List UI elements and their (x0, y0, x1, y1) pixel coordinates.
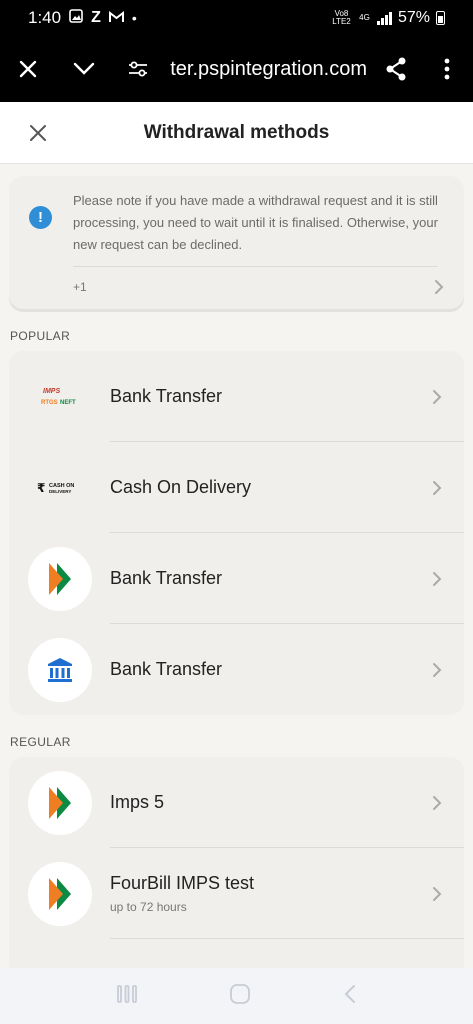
recent-apps-icon (116, 984, 137, 1003)
neft-logo-text: NEFT (60, 400, 76, 406)
site-settings-button[interactable] (112, 36, 164, 102)
tune-icon (129, 61, 147, 77)
status-time: 1:40 (28, 8, 62, 27)
home-button[interactable] (229, 983, 251, 1010)
back-button[interactable] (343, 984, 357, 1009)
battery-icon (436, 11, 445, 25)
section-label-regular: REGULAR (10, 735, 71, 749)
info-icon: ! (29, 206, 52, 229)
close-icon (19, 60, 37, 78)
withdrawal-methods-page: Withdrawal methods ! Please note if you … (0, 102, 473, 968)
back-icon (344, 984, 356, 1003)
list-item-title: FourBill IMPS test (110, 873, 255, 893)
list-item-title: Bank Transfer (110, 659, 223, 679)
notice-divider (73, 266, 438, 267)
gallery-notification-icon (69, 8, 83, 28)
notice-more-label: +1 (73, 280, 87, 294)
network-label: 4G (359, 13, 370, 22)
notice-text: Please note if you have made a withdrawa… (73, 193, 438, 252)
list-item-subtitle: up to 72 hours (110, 900, 187, 914)
more-vert-icon (444, 58, 450, 80)
page-header: Withdrawal methods (0, 102, 473, 164)
list-item-bank-transfer-upi[interactable]: Bank Transfer (9, 533, 464, 624)
rtgs-logo-text: RTGS (41, 400, 58, 406)
chevron-right-icon (433, 480, 442, 495)
overflow-menu-button[interactable] (421, 36, 473, 102)
popular-methods-list: IMPS RTGS NEFT Bank Transfer ₹ CASH ON D… (9, 351, 464, 715)
chevron-right-icon (433, 886, 442, 901)
minimize-tab-button[interactable] (56, 36, 112, 102)
bank-building-icon (28, 637, 92, 702)
url-bar[interactable]: ter.pspintegration.com (164, 58, 371, 81)
upi-logo (28, 546, 92, 611)
chevron-right-icon (433, 795, 442, 810)
section-label-popular: POPULAR (10, 329, 71, 343)
page-title: Withdrawal methods (143, 121, 330, 143)
browser-toolbar: ter.pspintegration.com (0, 36, 473, 102)
chevron-down-icon (73, 62, 95, 75)
gmail-notification-icon (108, 8, 124, 28)
imps-neft-logo: IMPS RTGS NEFT (28, 365, 92, 429)
list-item-title: Bank Transfer (110, 386, 223, 406)
z-notification-icon: Z (91, 9, 101, 26)
rupee-logo-text: ₹ (37, 481, 45, 495)
list-item-title: Imps 5 (110, 792, 165, 812)
list-item-bank-transfer-bank[interactable]: Bank Transfer (9, 624, 464, 715)
cash-on-delivery-logo: ₹ CASH ON DELIVERY (28, 456, 92, 520)
imps-logo-text: IMPS (43, 388, 60, 395)
chevron-right-icon (433, 662, 442, 677)
chevron-right-icon (433, 389, 442, 404)
upi-logo (28, 861, 92, 926)
recent-apps-button[interactable] (116, 984, 138, 1009)
close-icon (30, 125, 46, 141)
close-dialog-button[interactable] (24, 119, 52, 147)
list-item-partial[interactable] (9, 939, 464, 968)
upi-logo (28, 770, 92, 835)
cod-logo-text-bottom: DELIVERY (49, 489, 71, 494)
withdrawal-notice: ! Please note if you have made a withdra… (9, 176, 464, 309)
system-navigation-bar (0, 968, 473, 1024)
list-item-fourbill-imps[interactable]: FourBill IMPS test up to 72 hours (9, 848, 464, 939)
list-item-title: Cash On Delivery (110, 477, 252, 497)
list-item-cash-on-delivery[interactable]: ₹ CASH ON DELIVERY Cash On Delivery (9, 442, 464, 533)
battery-percent: 57% (397, 9, 430, 26)
notice-more-button[interactable]: +1 (73, 279, 444, 295)
chevron-right-icon (435, 280, 444, 294)
share-button[interactable] (371, 36, 421, 102)
list-item-bank-transfer-imps[interactable]: IMPS RTGS NEFT Bank Transfer (9, 351, 464, 442)
chevron-right-icon (433, 571, 442, 586)
list-item-title: Bank Transfer (110, 568, 223, 588)
status-bar: 1:40 Z • Vo8 LTE2 4G 57% (0, 0, 473, 36)
share-icon (386, 57, 406, 81)
close-tab-button[interactable] (0, 36, 56, 102)
list-item-imps-5[interactable]: Imps 5 (9, 757, 464, 848)
home-icon (230, 983, 251, 1004)
signal-icon (377, 11, 392, 25)
more-notifications-dot-icon: • (131, 10, 137, 26)
regular-methods-list: Imps 5 FourBill IMPS test up to 72 hours (9, 757, 464, 968)
volte-label: Vo8 LTE2 (332, 9, 351, 26)
